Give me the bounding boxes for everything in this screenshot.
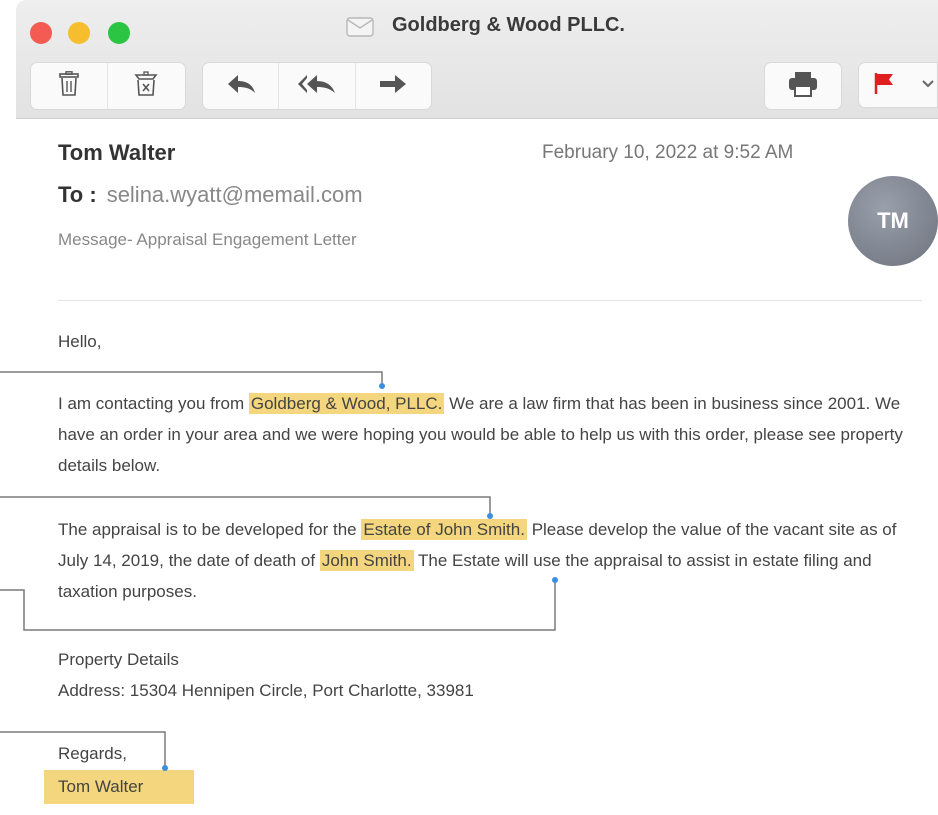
- to-label: To :: [58, 182, 97, 207]
- property-heading: Property Details: [58, 650, 179, 669]
- flag-icon: [873, 71, 895, 100]
- recipient-row: To : selina.wyatt@memail.com: [58, 182, 363, 208]
- reply-group: [202, 62, 432, 110]
- text-run: I am contacting you from: [58, 394, 249, 413]
- delete-group: [30, 62, 186, 110]
- recipient-address[interactable]: selina.wyatt@memail.com: [107, 182, 363, 207]
- mail-window: Goldberg & Wood PLLC. Tom Walter Februar…: [16, 0, 938, 815]
- trash-icon: [58, 70, 80, 102]
- close-window-button[interactable]: [30, 22, 52, 44]
- reply-all-icon: [297, 72, 337, 101]
- message-date: February 10, 2022 at 9:52 AM: [542, 142, 794, 163]
- title-bar: Goldberg & Wood PLLC.: [16, 0, 938, 119]
- envelope-icon: [346, 15, 374, 37]
- title-group: Goldberg & Wood PLLC.: [346, 14, 625, 37]
- flag-button[interactable]: [858, 62, 938, 108]
- message-subject: Message- Appraisal Engagement Letter: [58, 230, 357, 249]
- highlight-signature: Tom Walter: [44, 770, 194, 804]
- paragraph-intro: I am contacting you from Goldberg & Wood…: [58, 388, 928, 481]
- chevron-down-icon[interactable]: [921, 77, 935, 96]
- forward-icon: [377, 72, 409, 101]
- junk-icon: [133, 70, 159, 102]
- reply-icon: [225, 72, 257, 101]
- minimize-window-button[interactable]: [68, 22, 90, 44]
- highlight-decedent: John Smith.: [319, 550, 414, 571]
- avatar: TM: [848, 176, 938, 266]
- property-address: Address: 15304 Hennipen Circle, Port Cha…: [58, 681, 474, 700]
- window-title: Goldberg & Wood PLLC.: [392, 14, 625, 36]
- trash-button[interactable]: [31, 63, 108, 109]
- print-button[interactable]: [764, 62, 842, 110]
- reply-all-button[interactable]: [279, 63, 356, 109]
- highlight-firm-name: Goldberg & Wood, PLLC.: [248, 393, 445, 414]
- forward-button[interactable]: [356, 63, 431, 109]
- header-divider: [58, 300, 922, 301]
- sender-name: Tom Walter: [58, 140, 176, 165]
- regards: Regards,: [58, 744, 127, 763]
- greeting: Hello,: [58, 332, 102, 351]
- print-icon: [788, 71, 818, 102]
- text-run: The appraisal is to be developed for the: [58, 520, 362, 539]
- junk-button[interactable]: [108, 63, 184, 109]
- highlight-estate: Estate of John Smith.: [361, 519, 527, 540]
- paragraph-appraisal: The appraisal is to be developed for the…: [58, 514, 928, 607]
- reply-button[interactable]: [203, 63, 280, 109]
- zoom-window-button[interactable]: [108, 22, 130, 44]
